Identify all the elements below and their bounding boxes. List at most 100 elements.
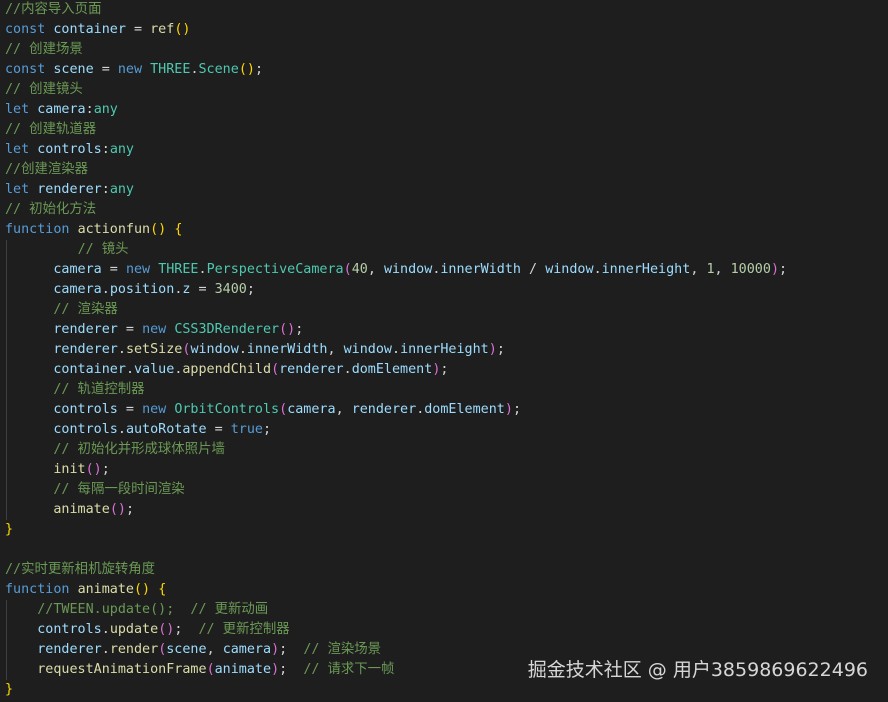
code-token: 3400 (214, 282, 247, 297)
code-token: , (367, 262, 384, 277)
code-token: //实时更新相机旋转角度 (5, 562, 156, 577)
code-token: renderer (37, 182, 102, 197)
code-token: : (101, 182, 110, 197)
code-token: // 渲染场景 (303, 642, 382, 657)
indent-guide (6, 340, 7, 360)
code-token: actionfun (77, 222, 151, 237)
code-line: } (5, 680, 888, 700)
code-token: Scene (198, 62, 239, 77)
code-token: CSS3DRenderer (174, 322, 280, 337)
code-token: const (5, 62, 46, 77)
code-token: requestAnimationFrame (37, 662, 207, 677)
code-token: function (5, 222, 70, 237)
code-line: animate(); (5, 500, 888, 520)
code-token: camera (37, 102, 86, 117)
code-token: ref (150, 22, 175, 37)
code-token: . (392, 342, 401, 357)
code-token: () (174, 22, 191, 37)
code-token: appendChild (182, 362, 272, 377)
code-token: () (158, 622, 175, 637)
code-token: camera (222, 642, 272, 657)
code-token: any (93, 102, 118, 117)
code-token: . (238, 342, 247, 357)
code-token: () (279, 322, 296, 337)
code-token: // 每隔一段时间渲染 (53, 482, 185, 497)
code-token: = (117, 402, 143, 417)
code-token: ; (246, 282, 255, 297)
indent-guide (6, 600, 7, 620)
code-token: : (101, 142, 110, 157)
code-token: domElement (351, 362, 433, 377)
code-token: } (5, 522, 14, 537)
code-line: //实时更新相机旋转角度 (5, 560, 888, 580)
code-token: new (117, 62, 143, 77)
code-editor[interactable]: //内容导入页面 const container = ref()// 创建场景 co… (5, 0, 888, 702)
code-line: // 每隔一段时间渲染 (5, 480, 888, 500)
indent-guide (6, 280, 7, 300)
code-token: ) (488, 342, 497, 357)
code-token: init (53, 462, 86, 477)
indent-guide (6, 440, 7, 460)
indent-guide (6, 260, 7, 280)
code-token: ; (279, 642, 304, 657)
code-line: //TWEEN.update(); // 更新动画 (5, 600, 888, 620)
code-token: ) (770, 262, 779, 277)
code-token: ; (263, 422, 272, 437)
code-line: //创建渲染器 (5, 160, 888, 180)
code-line: // 创建轨道器 (5, 120, 888, 140)
code-token: = (101, 262, 126, 277)
code-token: () (85, 462, 102, 477)
code-token: ( (343, 262, 352, 277)
code-line: container.value.appendChild(renderer.dom… (5, 360, 888, 380)
indent-guide (6, 620, 7, 640)
code-line: renderer = new CSS3DRenderer(); (5, 320, 888, 340)
code-token: ) (271, 662, 280, 677)
code-token: ; (254, 62, 263, 77)
code-token: . (101, 622, 110, 637)
code-line: // 初始化方法 (5, 200, 888, 220)
code-token: ; (440, 362, 449, 377)
code-token: = (190, 282, 215, 297)
code-token: , (206, 642, 223, 657)
code-token: = (206, 422, 231, 437)
code-token: any (109, 142, 134, 157)
code-line: function animate() { (5, 580, 888, 600)
code-token: , (327, 342, 344, 357)
code-token: window (383, 262, 433, 277)
code-token: = (93, 62, 118, 77)
indent-guide (6, 640, 7, 660)
code-line: let camera:any (5, 100, 888, 120)
code-token: let (5, 102, 30, 117)
code-token: PerspectiveCamera (206, 262, 344, 277)
indent-guide (6, 500, 7, 520)
code-token: domElement (424, 402, 505, 417)
code-token: update (109, 622, 159, 637)
indent-guide (6, 380, 7, 400)
indent-guide (6, 300, 7, 320)
code-token: () (134, 582, 151, 597)
code-token: renderer (351, 402, 417, 417)
code-token: renderer (37, 642, 102, 657)
code-token: , (690, 262, 707, 277)
code-token: // 渲染器 (53, 302, 118, 317)
code-line: // 镜头 (5, 240, 888, 260)
code-line: camera = new THREE.PerspectiveCamera(40,… (5, 260, 888, 280)
code-token: ) (504, 402, 513, 417)
code-token: controls (53, 402, 118, 417)
code-token: } (5, 682, 14, 697)
indent-guide (6, 480, 7, 500)
code-token: let (5, 142, 30, 157)
code-line: let controls:any (5, 140, 888, 160)
code-token: . (101, 282, 110, 297)
code-token: ) (271, 642, 280, 657)
code-token: scene (166, 642, 207, 657)
code-token: ; (101, 462, 110, 477)
code-token: position (109, 282, 175, 297)
